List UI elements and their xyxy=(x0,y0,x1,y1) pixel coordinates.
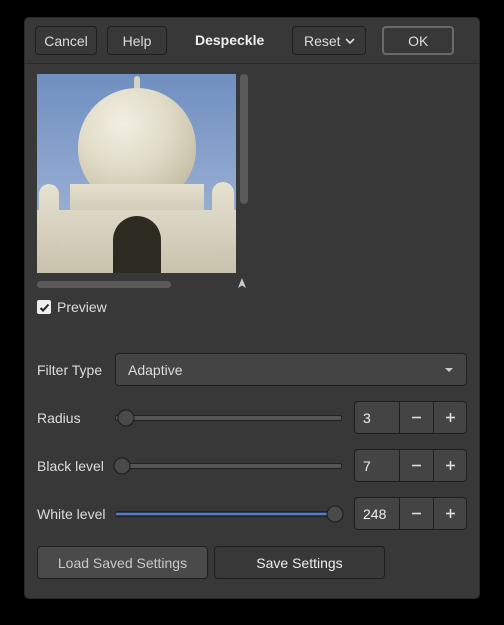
plus-icon xyxy=(444,411,457,424)
chevron-down-icon xyxy=(345,36,355,46)
black-level-spinbox: 7 xyxy=(354,449,467,482)
filter-type-row: Filter Type Adaptive xyxy=(37,353,467,386)
white-level-value-input[interactable]: 248 xyxy=(354,497,399,530)
black-level-value-input[interactable]: 7 xyxy=(354,449,399,482)
radius-slider-thumb[interactable] xyxy=(118,409,135,426)
filter-type-select[interactable]: Adaptive xyxy=(115,353,467,386)
preview-checkbox-label: Preview xyxy=(57,299,107,315)
radius-spinbox: 3 xyxy=(354,401,467,434)
navigation-arrow-icon[interactable] xyxy=(235,277,249,291)
radius-value-input[interactable]: 3 xyxy=(354,401,399,434)
settings-block: Filter Type Adaptive Radius 3 xyxy=(37,353,467,579)
white-level-slider-thumb[interactable] xyxy=(327,505,344,522)
plus-icon xyxy=(444,507,457,520)
white-level-slider[interactable] xyxy=(115,497,342,530)
white-level-decrement-button[interactable] xyxy=(399,497,433,530)
preview-horizontal-scrollbar[interactable] xyxy=(37,281,171,288)
black-level-increment-button[interactable] xyxy=(433,449,467,482)
bottom-button-row: Load Saved Settings Save Settings xyxy=(37,546,467,579)
radius-decrement-button[interactable] xyxy=(399,401,433,434)
radius-label: Radius xyxy=(37,410,115,426)
dialog-topbar: Cancel Help Despeckle Reset OK xyxy=(25,18,479,64)
radius-row: Radius 3 xyxy=(37,401,467,434)
dropdown-triangle-icon xyxy=(444,365,454,375)
help-button[interactable]: Help xyxy=(107,26,167,55)
minus-icon xyxy=(410,507,423,520)
filter-type-label: Filter Type xyxy=(37,362,115,378)
black-level-slider[interactable] xyxy=(115,449,342,482)
preview-vertical-scrollbar[interactable] xyxy=(240,74,248,204)
preview-toggle-row: Preview xyxy=(37,299,467,315)
plus-icon xyxy=(444,459,457,472)
radius-increment-button[interactable] xyxy=(433,401,467,434)
white-level-spinbox: 248 xyxy=(354,497,467,530)
checkmark-icon xyxy=(39,302,50,313)
dialog-content: Preview Filter Type Adaptive Radius 3 xyxy=(25,64,479,591)
black-level-slider-thumb[interactable] xyxy=(113,457,130,474)
despeckle-dialog: Cancel Help Despeckle Reset OK xyxy=(25,18,479,598)
preview-checkbox[interactable] xyxy=(37,300,51,314)
white-level-increment-button[interactable] xyxy=(433,497,467,530)
white-level-row: White level 248 xyxy=(37,497,467,530)
white-level-label: White level xyxy=(37,506,115,522)
black-level-label: Black level xyxy=(37,458,115,474)
save-settings-button[interactable]: Save Settings xyxy=(214,546,385,579)
minus-icon xyxy=(410,459,423,472)
minus-icon xyxy=(410,411,423,424)
preview-nav-row xyxy=(37,277,249,291)
radius-slider[interactable] xyxy=(115,401,342,434)
cancel-button[interactable]: Cancel xyxy=(35,26,97,55)
reset-button[interactable]: Reset xyxy=(292,26,366,55)
preview-area xyxy=(37,74,249,273)
ok-button[interactable]: OK xyxy=(382,26,454,55)
dialog-title: Despeckle xyxy=(195,32,264,49)
load-saved-settings-button[interactable]: Load Saved Settings xyxy=(37,546,208,579)
preview-image[interactable] xyxy=(37,74,236,273)
white-level-slider-fill xyxy=(115,512,335,516)
black-level-row: Black level 7 xyxy=(37,449,467,482)
reset-button-label: Reset xyxy=(304,33,341,49)
filter-type-value: Adaptive xyxy=(128,362,182,378)
black-level-decrement-button[interactable] xyxy=(399,449,433,482)
